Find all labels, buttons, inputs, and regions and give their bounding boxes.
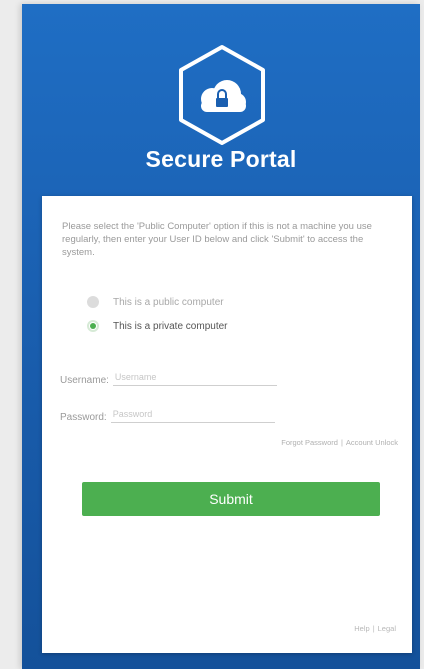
- link-separator: |: [340, 438, 343, 447]
- password-input[interactable]: [110, 406, 275, 423]
- radio-checked-icon[interactable]: [87, 320, 99, 332]
- cloud-lock-icon: [177, 44, 267, 146]
- instructions-text: Please select the 'Public Computer' opti…: [62, 221, 372, 258]
- username-input[interactable]: [112, 369, 277, 386]
- account-unlock-link[interactable]: Account Unlock: [346, 438, 398, 447]
- footer-separator: |: [372, 624, 375, 633]
- username-row: Username:: [60, 369, 277, 386]
- private-computer-label: This is a private computer: [113, 320, 228, 332]
- password-label: Password:: [60, 412, 107, 423]
- account-links: Forgot Password | Account Unlock: [281, 438, 398, 447]
- help-link[interactable]: Help: [354, 624, 369, 633]
- login-card: Please select the 'Public Computer' opti…: [42, 196, 412, 653]
- password-row: Password:: [60, 406, 275, 423]
- portal-title: Secure Portal: [145, 146, 297, 172]
- radio-unchecked-icon[interactable]: [87, 296, 99, 308]
- submit-button[interactable]: Submit: [82, 482, 380, 516]
- footer-links: Help | Legal: [354, 624, 396, 633]
- forgot-password-link[interactable]: Forgot Password: [281, 438, 338, 447]
- username-label: Username:: [60, 375, 109, 386]
- legal-link[interactable]: Legal: [378, 624, 396, 633]
- public-computer-option[interactable]: This is a public computer: [87, 296, 224, 308]
- public-computer-label: This is a public computer: [113, 296, 224, 308]
- private-computer-option[interactable]: This is a private computer: [87, 320, 228, 332]
- portal-background: Secure Portal Please select the 'Public …: [22, 4, 420, 669]
